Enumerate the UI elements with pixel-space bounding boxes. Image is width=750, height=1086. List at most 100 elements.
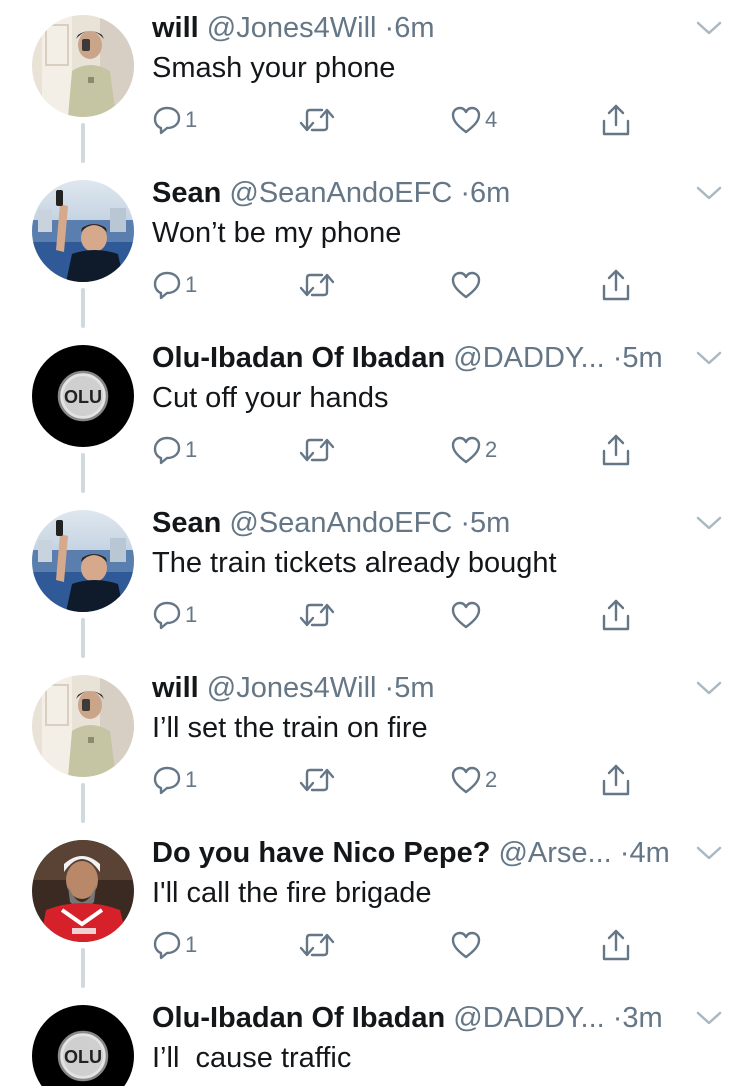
heart-icon xyxy=(451,601,481,629)
user-handle[interactable]: @Jones4Will xyxy=(207,12,377,44)
share-button[interactable] xyxy=(600,595,632,635)
avatar[interactable] xyxy=(32,510,134,612)
chevron-down-icon[interactable] xyxy=(694,843,724,863)
like-count: 2 xyxy=(485,767,498,792)
display-name[interactable]: Do you have Nico Pepe? xyxy=(152,837,490,869)
heart-icon xyxy=(451,271,481,299)
display-name[interactable]: Sean xyxy=(152,177,221,209)
avatar[interactable] xyxy=(32,840,134,942)
tweet-time[interactable]: 5m xyxy=(394,672,434,704)
tweet[interactable]: OLU Olu-Ibadan Of Ibadan @DADDY... ·5m C… xyxy=(0,330,750,495)
like-button[interactable] xyxy=(450,595,485,635)
display-name[interactable]: Olu-Ibadan Of Ibadan xyxy=(152,1002,445,1034)
user-handle[interactable]: @Jones4Will xyxy=(207,672,377,704)
separator-dot: · xyxy=(384,12,395,44)
separator-dot: · xyxy=(612,1002,623,1034)
olu-avatar-image: OLU xyxy=(32,1005,134,1086)
chevron-down-icon[interactable] xyxy=(694,513,724,533)
tweet-actions: 1 xyxy=(152,595,672,635)
like-button[interactable] xyxy=(450,265,485,305)
tweet-time[interactable]: 5m xyxy=(470,507,510,539)
red-shirt-avatar-image xyxy=(32,840,134,942)
retweet-icon xyxy=(299,438,335,462)
reply-button[interactable]: 1 xyxy=(152,430,197,470)
tweet-time[interactable]: 4m xyxy=(629,837,669,869)
retweet-button[interactable] xyxy=(298,100,336,140)
reply-icon xyxy=(153,766,181,795)
tweet-text: I'll call the fire brigade xyxy=(152,877,432,909)
reply-button[interactable]: 1 xyxy=(152,925,197,965)
heart-icon xyxy=(451,436,481,464)
display-name[interactable]: will xyxy=(152,12,199,44)
retweet-icon xyxy=(299,273,335,297)
tweet-header: will @Jones4Will ·5m xyxy=(152,668,692,708)
tweet[interactable]: OLU Olu-Ibadan Of Ibadan @DADDY... ·3m I… xyxy=(0,990,750,1086)
retweet-icon xyxy=(299,603,335,627)
tweet-time[interactable]: 5m xyxy=(622,342,662,374)
share-button[interactable] xyxy=(600,265,632,305)
reply-button[interactable]: 1 xyxy=(152,760,197,800)
olu-avatar-image: OLU xyxy=(32,345,134,447)
tweet[interactable]: Sean @SeanAndoEFC ·5m The train tickets … xyxy=(0,495,750,660)
like-button[interactable]: 2 xyxy=(450,760,497,800)
user-handle[interactable]: @DADDY... xyxy=(453,342,604,374)
chevron-down-icon[interactable] xyxy=(694,678,724,698)
reply-button[interactable]: 1 xyxy=(152,595,197,635)
user-handle[interactable]: @DADDY... xyxy=(453,1002,604,1034)
tweet-actions: 1 xyxy=(152,925,672,965)
chevron-down-icon[interactable] xyxy=(694,18,724,38)
avatar[interactable]: OLU xyxy=(32,345,134,447)
tweet[interactable]: Sean @SeanAndoEFC ·6m Won’t be my phone … xyxy=(0,165,750,330)
retweet-button[interactable] xyxy=(298,760,336,800)
like-count: 2 xyxy=(485,437,498,462)
display-name[interactable]: will xyxy=(152,672,199,704)
tweet-time[interactable]: 3m xyxy=(622,1002,662,1034)
avatar[interactable] xyxy=(32,675,134,777)
tweet-time[interactable]: 6m xyxy=(470,177,510,209)
chevron-down-icon[interactable] xyxy=(694,1008,724,1028)
retweet-button[interactable] xyxy=(298,430,336,470)
tweet-text: Won’t be my phone xyxy=(152,217,402,249)
share-button[interactable] xyxy=(600,760,632,800)
tweet-actions: 1 xyxy=(152,265,672,305)
retweet-button[interactable] xyxy=(298,265,336,305)
user-handle[interactable]: @SeanAndoEFC xyxy=(229,507,452,539)
share-icon xyxy=(602,269,630,301)
heart-icon xyxy=(451,106,481,134)
like-button[interactable] xyxy=(450,925,485,965)
retweet-button[interactable] xyxy=(298,595,336,635)
separator-dot: · xyxy=(384,672,395,704)
display-name[interactable]: Sean xyxy=(152,507,221,539)
chevron-down-icon[interactable] xyxy=(694,183,724,203)
user-handle[interactable]: @Arse... xyxy=(498,837,611,869)
retweet-icon xyxy=(299,768,335,792)
chevron-down-icon[interactable] xyxy=(694,348,724,368)
share-icon xyxy=(602,434,630,466)
heart-icon xyxy=(451,931,481,959)
avatar[interactable]: OLU xyxy=(32,1005,134,1086)
reply-icon xyxy=(153,436,181,465)
tweet[interactable]: Do you have Nico Pepe? @Arse... ·4m I'll… xyxy=(0,825,750,990)
avatar[interactable] xyxy=(32,15,134,117)
avatar[interactable] xyxy=(32,180,134,282)
share-button[interactable] xyxy=(600,925,632,965)
separator-dot: · xyxy=(460,177,471,209)
share-button[interactable] xyxy=(600,100,632,140)
tweet-time[interactable]: 6m xyxy=(394,12,434,44)
reply-count: 1 xyxy=(185,107,198,132)
reply-button[interactable]: 1 xyxy=(152,265,197,305)
tweet-thread: will @Jones4Will ·6m Smash your phone 1 xyxy=(0,0,750,1086)
tweet-header: Olu-Ibadan Of Ibadan @DADDY... ·3m xyxy=(152,998,692,1038)
reply-icon xyxy=(153,271,181,300)
like-button[interactable]: 4 xyxy=(450,100,497,140)
retweet-button[interactable] xyxy=(298,925,336,965)
like-button[interactable]: 2 xyxy=(450,430,497,470)
tweet[interactable]: will @Jones4Will ·6m Smash your phone 1 xyxy=(0,0,750,165)
tweet[interactable]: will @Jones4Will ·5m I’ll set the train … xyxy=(0,660,750,825)
display-name[interactable]: Olu-Ibadan Of Ibadan xyxy=(152,342,445,374)
share-button[interactable] xyxy=(600,430,632,470)
tweet-header: Do you have Nico Pepe? @Arse... ·4m xyxy=(152,833,692,873)
user-handle[interactable]: @SeanAndoEFC xyxy=(229,177,452,209)
selfie-avatar-image xyxy=(32,675,134,777)
reply-button[interactable]: 1 xyxy=(152,100,197,140)
